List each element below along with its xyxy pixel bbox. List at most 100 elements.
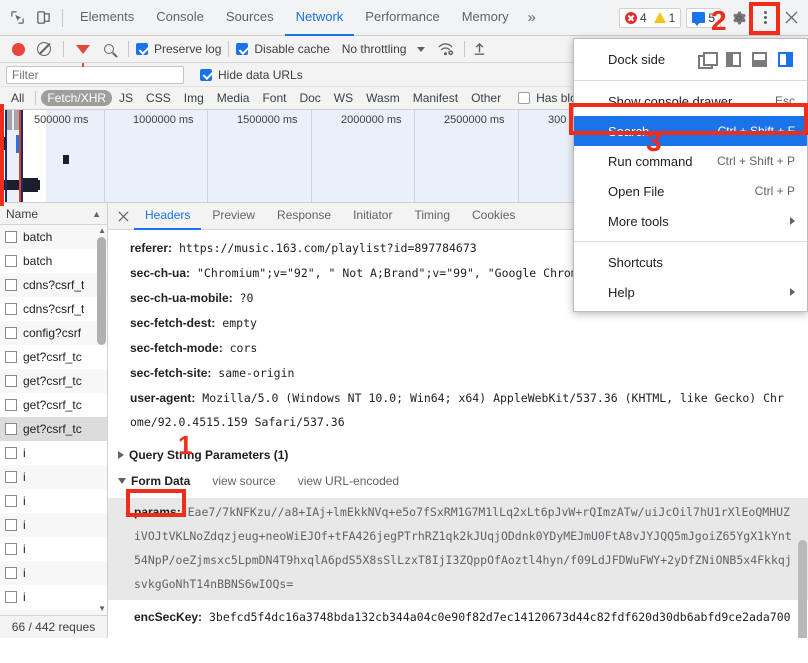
tab-overflow-icon[interactable]: » <box>520 0 544 36</box>
type-filter-js[interactable]: JS <box>113 90 139 106</box>
tab-memory[interactable]: Memory <box>451 0 520 36</box>
tab-response[interactable]: Response <box>266 203 342 230</box>
row-checkbox[interactable] <box>5 375 17 387</box>
search-button[interactable] <box>97 37 121 61</box>
chevron-right-icon[interactable] <box>118 451 124 459</box>
type-filter-media[interactable]: Media <box>211 90 256 106</box>
tab-elements[interactable]: Elements <box>69 0 145 36</box>
table-row[interactable]: config?csrf <box>0 321 107 345</box>
row-checkbox[interactable] <box>5 327 17 339</box>
detail-scrollbar-thumb[interactable] <box>798 540 807 638</box>
menu-item-search[interactable]: Search Ctrl + Shift + F <box>574 116 807 146</box>
row-checkbox[interactable] <box>5 519 17 531</box>
network-conditions-icon[interactable] <box>437 42 454 56</box>
tab-headers[interactable]: Headers <box>134 203 201 230</box>
row-checkbox[interactable] <box>5 279 17 291</box>
row-checkbox[interactable] <box>5 351 17 363</box>
type-filter-wasm[interactable]: Wasm <box>360 90 406 106</box>
row-checkbox[interactable] <box>5 495 17 507</box>
device-toggle-icon[interactable] <box>30 5 56 31</box>
dock-side-row[interactable]: Dock side <box>574 43 807 75</box>
request-list-header[interactable]: Name ▲ <box>0 203 107 225</box>
table-row[interactable]: i <box>0 513 107 537</box>
devtools-main-menu[interactable]: Dock side Show console drawer Esc Search… <box>573 38 808 312</box>
tab-initiator[interactable]: Initiator <box>342 203 403 230</box>
type-filter-fetch-xhr[interactable]: Fetch/XHR <box>41 90 112 106</box>
request-list-scrollbar[interactable]: ▲ ▼ <box>97 225 106 615</box>
table-row[interactable]: get?csrf_tc <box>0 369 107 393</box>
inspect-cursor-icon[interactable] <box>4 5 30 31</box>
row-checkbox[interactable] <box>5 615 17 616</box>
tab-performance[interactable]: Performance <box>354 0 450 36</box>
tab-sources[interactable]: Sources <box>215 0 285 36</box>
table-row[interactable]: i <box>0 537 107 561</box>
type-filter-doc[interactable]: Doc <box>293 90 326 106</box>
preserve-log-checkbox[interactable]: Preserve log <box>136 42 221 56</box>
menu-item-open-file[interactable]: Open File Ctrl + P <box>574 176 807 206</box>
query-string-parameters-section[interactable]: Query String Parameters (1) <box>108 442 808 468</box>
chevron-down-icon[interactable] <box>118 478 126 484</box>
close-devtools-icon[interactable] <box>778 5 804 31</box>
hide-data-urls-checkbox[interactable]: Hide data URLs <box>200 68 303 82</box>
settings-gear-icon[interactable] <box>726 5 752 31</box>
table-row[interactable]: i <box>0 561 107 585</box>
table-row[interactable]: i <box>0 585 107 609</box>
overview-window-handle[interactable] <box>6 110 12 130</box>
scrollbar-thumb[interactable] <box>97 237 106 345</box>
filter-input[interactable] <box>6 66 184 84</box>
scroll-up-arrow-icon[interactable]: ▲ <box>98 227 106 235</box>
issues-badge[interactable]: 4 1 <box>619 8 681 28</box>
table-row[interactable]: cdns?csrf_t <box>0 297 107 321</box>
table-row[interactable]: i?events=.. <box>0 609 107 615</box>
type-filter-other[interactable]: Other <box>465 90 507 106</box>
dock-left-icon[interactable] <box>726 52 741 67</box>
import-har-icon[interactable] <box>472 42 487 57</box>
more-options-kebab-icon[interactable] <box>752 5 778 31</box>
type-filter-img[interactable]: Img <box>178 90 210 106</box>
row-checkbox[interactable] <box>5 231 17 243</box>
type-filter-manifest[interactable]: Manifest <box>407 90 464 106</box>
tab-preview[interactable]: Preview <box>201 203 266 230</box>
view-url-encoded-link[interactable]: view URL-encoded <box>298 474 399 488</box>
type-filter-font[interactable]: Font <box>256 90 292 106</box>
dock-right-icon[interactable] <box>778 52 793 67</box>
tab-timing[interactable]: Timing <box>403 203 461 230</box>
has-blocked-cookies-checkbox[interactable]: Has blo <box>518 91 577 105</box>
sort-ascending-icon[interactable]: ▲ <box>92 209 101 219</box>
disable-cache-checkbox[interactable]: Disable cache <box>236 42 329 56</box>
undock-icon[interactable] <box>698 52 715 67</box>
table-row[interactable]: cdns?csrf_t <box>0 273 107 297</box>
table-row[interactable]: get?csrf_tc <box>0 345 107 369</box>
table-row[interactable]: get?csrf_tc <box>0 393 107 417</box>
menu-item-more-tools[interactable]: More tools <box>574 206 807 236</box>
dock-bottom-icon[interactable] <box>752 52 767 67</box>
row-checkbox[interactable] <box>5 423 17 435</box>
scroll-down-arrow-icon[interactable]: ▼ <box>98 605 106 613</box>
view-source-link[interactable]: view source <box>212 474 275 488</box>
row-checkbox[interactable] <box>5 399 17 411</box>
row-checkbox[interactable] <box>5 591 17 603</box>
type-filter-all[interactable]: All <box>5 90 30 106</box>
tab-console[interactable]: Console <box>145 0 215 36</box>
row-checkbox[interactable] <box>5 471 17 483</box>
table-row[interactable]: i <box>0 489 107 513</box>
type-filter-css[interactable]: CSS <box>140 90 177 106</box>
table-row[interactable]: i <box>0 441 107 465</box>
row-checkbox[interactable] <box>5 567 17 579</box>
tab-cookies[interactable]: Cookies <box>461 203 526 230</box>
table-row[interactable]: batch <box>0 225 107 249</box>
table-row-selected[interactable]: get?csrf_tc <box>0 417 107 441</box>
filter-toggle-button[interactable] <box>71 37 95 61</box>
chevron-down-icon[interactable] <box>417 47 425 52</box>
row-checkbox[interactable] <box>5 447 17 459</box>
tab-network[interactable]: Network <box>285 0 355 36</box>
throttling-select[interactable]: No throttling <box>342 42 407 56</box>
menu-item-help[interactable]: Help <box>574 277 807 307</box>
clear-button[interactable] <box>32 37 56 61</box>
menu-item-shortcuts[interactable]: Shortcuts <box>574 247 807 277</box>
request-rows[interactable]: batch batch cdns?csrf_t cdns?csrf_t conf… <box>0 225 107 615</box>
table-row[interactable]: batch <box>0 249 107 273</box>
menu-item-run-command[interactable]: Run command Ctrl + Shift + P <box>574 146 807 176</box>
type-filter-ws[interactable]: WS <box>328 90 359 106</box>
record-button[interactable] <box>6 37 30 61</box>
